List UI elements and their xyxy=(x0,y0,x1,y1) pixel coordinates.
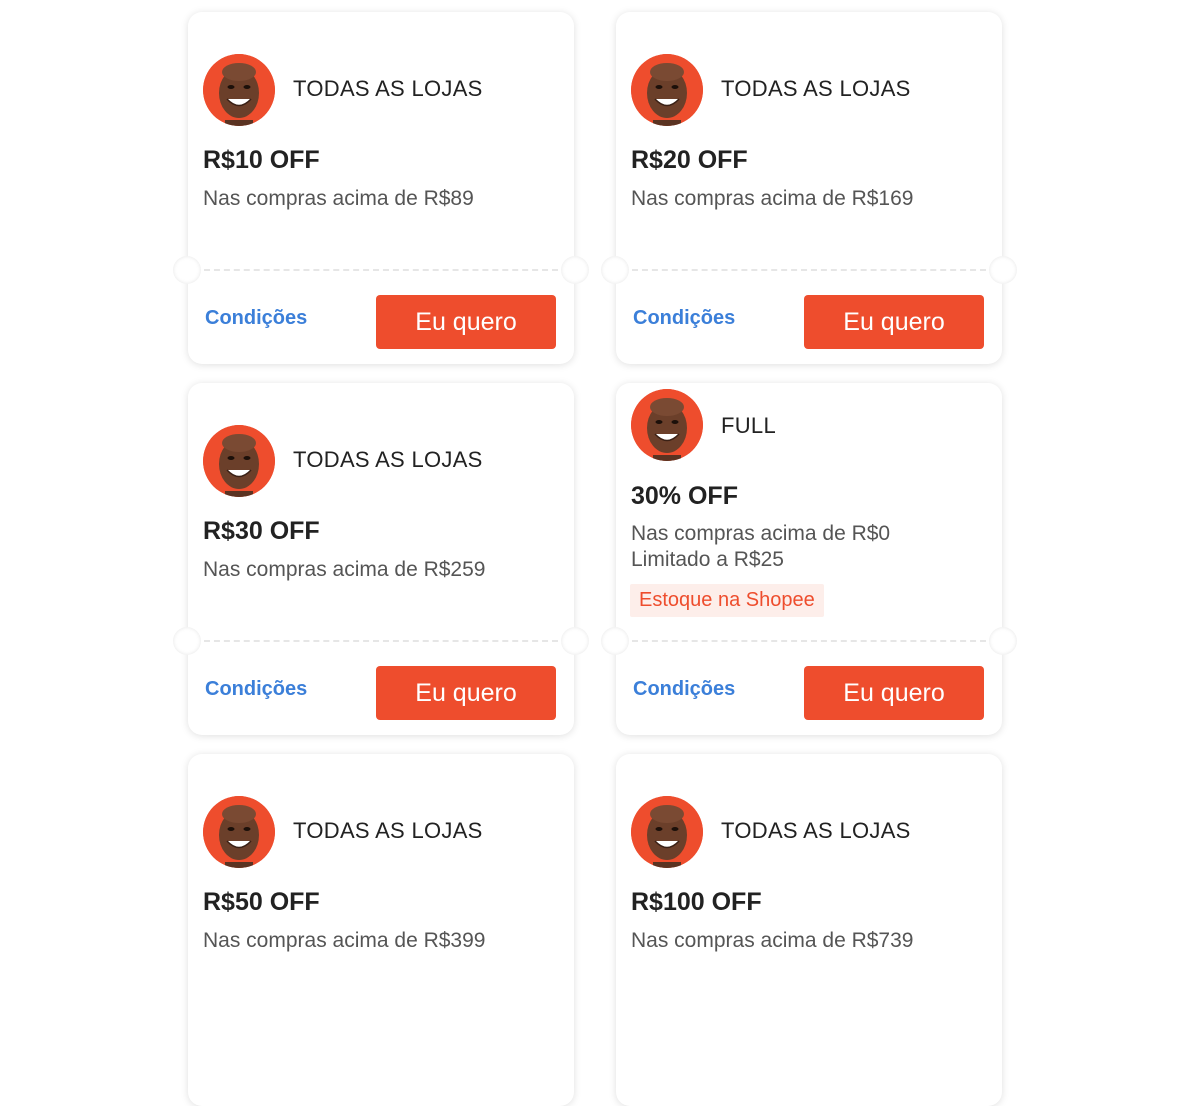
dashed-divider xyxy=(204,640,558,642)
store-name: TODAS AS LOJAS xyxy=(293,818,483,843)
store-avatar-icon xyxy=(631,389,703,461)
claim-button[interactable]: Eu quero xyxy=(376,295,556,349)
store-avatar-icon xyxy=(631,54,703,126)
minimum-purchase: Nas compras acima de R$0 xyxy=(631,522,891,545)
dashed-divider xyxy=(632,640,986,642)
discount-value: R$20 OFF xyxy=(631,146,748,174)
store-name: TODAS AS LOJAS xyxy=(721,818,911,843)
discount-value: R$30 OFF xyxy=(203,517,320,545)
minimum-purchase: Nas compras acima de R$169 xyxy=(631,187,914,210)
discount-value: R$50 OFF xyxy=(203,888,320,916)
ticket-notch xyxy=(173,256,201,284)
store-avatar-icon xyxy=(203,54,275,126)
store-name: FULL xyxy=(721,413,776,438)
ticket-notch xyxy=(601,256,629,284)
claim-button[interactable]: Eu quero xyxy=(804,666,984,720)
claim-button[interactable]: Eu quero xyxy=(804,295,984,349)
discount-value: 30% OFF xyxy=(631,482,738,510)
store-avatar-icon xyxy=(631,796,703,868)
coupon-card: TODAS AS LOJAS R$100 OFF Nas compras aci… xyxy=(616,754,1002,1106)
discount-value: R$100 OFF xyxy=(631,888,762,916)
discount-limit: Limitado a R$25 xyxy=(631,548,784,571)
dashed-divider xyxy=(204,269,558,271)
store-name: TODAS AS LOJAS xyxy=(293,76,483,101)
ticket-notch xyxy=(561,256,589,284)
coupon-card: TODAS AS LOJAS R$20 OFF Nas compras acim… xyxy=(601,12,1017,364)
ticket-notch xyxy=(601,627,629,655)
minimum-purchase: Nas compras acima de R$399 xyxy=(203,929,486,952)
store-name: TODAS AS LOJAS xyxy=(721,76,911,101)
minimum-purchase: Nas compras acima de R$739 xyxy=(631,929,914,952)
coupon-card: FULL 30% OFF Nas compras acima de R$0 Li… xyxy=(601,383,1017,735)
store-avatar-icon xyxy=(203,796,275,868)
claim-button[interactable]: Eu quero xyxy=(376,666,556,720)
coupon-card: TODAS AS LOJAS R$30 OFF Nas compras acim… xyxy=(173,383,589,735)
ticket-notch xyxy=(989,627,1017,655)
store-avatar-icon xyxy=(203,425,275,497)
coupon-card: TODAS AS LOJAS R$50 OFF Nas compras acim… xyxy=(188,754,574,1106)
conditions-link[interactable]: Condições xyxy=(205,307,307,330)
conditions-link[interactable]: Condições xyxy=(633,307,735,330)
discount-value: R$10 OFF xyxy=(203,146,320,174)
stock-badge: Estoque na Shopee xyxy=(630,584,824,617)
conditions-link[interactable]: Condições xyxy=(633,678,735,701)
ticket-notch xyxy=(989,256,1017,284)
store-name: TODAS AS LOJAS xyxy=(293,447,483,472)
conditions-link[interactable]: Condições xyxy=(205,678,307,701)
minimum-purchase: Nas compras acima de R$259 xyxy=(203,558,486,581)
minimum-purchase: Nas compras acima de R$89 xyxy=(203,187,474,210)
dashed-divider xyxy=(632,269,986,271)
ticket-notch xyxy=(173,627,201,655)
ticket-notch xyxy=(561,627,589,655)
coupon-card: TODAS AS LOJAS R$10 OFF Nas compras acim… xyxy=(173,12,589,364)
